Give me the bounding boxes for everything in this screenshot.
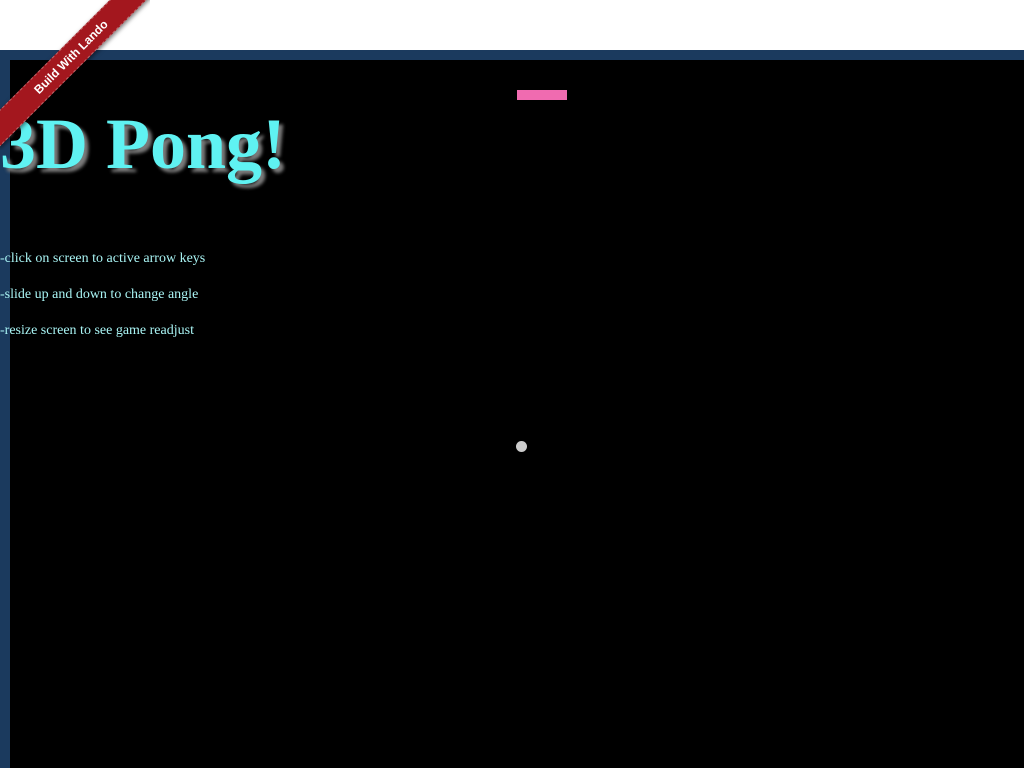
ribbon-container: Build With Lando (0, 0, 150, 150)
instruction-resize: -resize screen to see game readjust (0, 323, 194, 338)
build-with-lando-ribbon[interactable]: Build With Lando (0, 0, 150, 148)
paddle (517, 90, 567, 100)
instruction-click: -click on screen to active arrow keys (0, 251, 206, 266)
ball (516, 441, 527, 452)
instruction-angle: -slide up and down to change angle (0, 287, 199, 302)
page-top-strip (0, 0, 1024, 50)
